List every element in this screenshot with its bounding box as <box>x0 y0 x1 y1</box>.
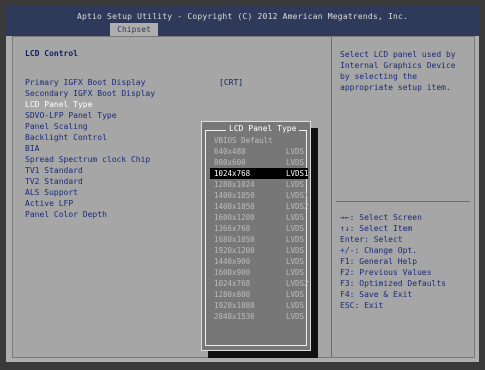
popup-option[interactable]: 1366x768 LVDS <box>210 223 308 234</box>
setting-tv1-standard[interactable]: TV1 Standard <box>25 166 83 175</box>
primary-display-value[interactable]: [CRT] <box>219 78 243 87</box>
popup-option[interactable]: 1440x900 LVDS <box>210 256 308 267</box>
bios-screen: Aptio Setup Utility - Copyright (C) 2012… <box>6 6 479 362</box>
setting-als-support[interactable]: ALS Support <box>25 188 78 197</box>
setting-secondary-igfx-boot-display[interactable]: Secondary IGFX Boot Display <box>25 89 155 98</box>
option-type: LVDS <box>286 224 305 233</box>
popup-option[interactable]: 1400x1050 LVDS2 <box>210 201 309 212</box>
key-help-item: F2: Previous Values <box>340 268 432 277</box>
option-res: 1400x1050 <box>214 202 255 211</box>
option-res: 1024x768 <box>214 279 251 288</box>
option-res: 1680x1050 <box>214 235 255 244</box>
help-divider <box>336 201 470 202</box>
option-res: 1600x1200 <box>214 213 255 222</box>
setting-primary-igfx-boot-display[interactable]: Primary IGFX Boot Display <box>25 78 145 87</box>
popup-title: LCD Panel Type <box>226 124 300 133</box>
option-res: 800x600 <box>214 158 246 167</box>
popup-option[interactable]: 2048x1536 LVDS <box>210 311 308 322</box>
option-type: LVDS <box>286 158 305 167</box>
setting-spread-spectrum[interactable]: Spread Spectrum clock Chip <box>25 155 150 164</box>
option-res: 1440x900 <box>214 257 251 266</box>
popup-option-selected[interactable]: 1024x768 LVDS1 <box>210 168 309 179</box>
setting-panel-scaling[interactable]: Panel Scaling <box>25 122 88 131</box>
option-type: LVDS <box>286 147 305 156</box>
option-res: 1400x1050 <box>214 191 255 200</box>
popup-option[interactable]: 1920x1080 LVDS <box>210 300 308 311</box>
option-type: LVDS <box>286 312 305 321</box>
key-help-item: F3: Optimized Defaults <box>340 279 446 288</box>
setting-bia[interactable]: BIA <box>25 144 39 153</box>
popup-option[interactable]: 1400x1050 LVDS1 <box>210 190 309 201</box>
option-type: LVDS <box>286 290 305 299</box>
key-help-item: →←: Select Screen <box>340 213 422 222</box>
option-type: LVDS1 <box>286 191 309 200</box>
option-res: 2048x1536 <box>214 312 255 321</box>
setting-sdvo-lfp-panel-type[interactable]: SDVO-LFP Panel Type <box>25 111 117 120</box>
popup-option[interactable]: 1680x1050 LVDS <box>210 234 308 245</box>
tab-chipset[interactable]: Chipset <box>110 23 158 36</box>
option-type: LVDS <box>286 235 305 244</box>
key-help-item: F1: General Help <box>340 257 418 266</box>
option-res: 1024x768 <box>214 169 251 178</box>
option-type: LVDS <box>286 246 305 255</box>
setting-backlight-control[interactable]: Backlight Control <box>25 133 107 142</box>
popup-option[interactable]: 1600x1200 LVDS <box>210 212 308 223</box>
option-type: LVDS2 <box>286 202 309 211</box>
option-res: 1920x1080 <box>214 301 255 310</box>
popup-option[interactable]: 800x600 LVDS <box>210 157 308 168</box>
popup-option[interactable]: 1280x1024 LVDS <box>210 179 308 190</box>
option-type: LVDS1 <box>286 169 309 178</box>
main-panel: LCD Control Primary IGFX Boot Display [C… <box>12 36 475 358</box>
key-legend: →←: Select Screen ↑↓: Select Item Enter:… <box>340 212 446 311</box>
app-title: Aptio Setup Utility - Copyright (C) 2012… <box>76 12 409 21</box>
setting-panel-color-depth[interactable]: Panel Color Depth <box>25 210 107 219</box>
setting-lcd-panel-type[interactable]: LCD Panel Type <box>25 100 92 109</box>
option-res: 1280x800 <box>214 290 251 299</box>
key-help-item: +/-: Change Opt. <box>340 246 418 255</box>
option-type: LVDS <box>286 180 305 189</box>
key-help-item: ↑↓: Select Item <box>340 224 413 233</box>
popup-option[interactable]: VBIOS Default <box>210 135 308 146</box>
key-help-item: ESC: Exit <box>340 301 384 310</box>
key-help-item: F4: Save & Exit <box>340 290 413 299</box>
key-help-item: Enter: Select <box>340 235 403 244</box>
option-type: LVDS <box>286 301 305 310</box>
option-type: LVDS <box>286 268 305 277</box>
popup-frame: VBIOS Default 640x480 LVDS 800x600 LVDS 10… <box>205 130 309 346</box>
header-bar: Aptio Setup Utility - Copyright (C) 2012… <box>6 6 479 36</box>
option-res: 1600x900 <box>214 268 251 277</box>
option-type: LVDS <box>286 257 305 266</box>
setting-active-lfp[interactable]: Active LFP <box>25 199 73 208</box>
option-type: LVDS <box>286 213 305 222</box>
option-type: LVDS2 <box>286 279 309 288</box>
popup-option[interactable]: 1920x1200 LVDS <box>210 245 308 256</box>
option-res: VBIOS Default <box>214 136 273 145</box>
popup-option[interactable]: 1280x800 LVDS <box>210 289 308 300</box>
lcd-panel-type-popup: VBIOS Default 640x480 LVDS 800x600 LVDS 10… <box>201 121 311 351</box>
popup-option[interactable]: 640x480 LVDS <box>210 146 308 157</box>
option-res: 1366x768 <box>214 224 251 233</box>
option-res: 1280x1024 <box>214 180 255 189</box>
setting-tv2-standard[interactable]: TV2 Standard <box>25 177 83 186</box>
section-title: LCD Control <box>25 49 78 58</box>
option-res: 640x480 <box>214 147 246 156</box>
settings-panel: LCD Control Primary IGFX Boot Display [C… <box>13 37 331 358</box>
popup-option[interactable]: 1024x768 LVDS2 <box>210 278 309 289</box>
popup-option[interactable]: 1600x900 LVDS <box>210 267 308 278</box>
help-panel: Select LCD panel used by Internal Graphi… <box>332 37 474 357</box>
help-text: Select LCD panel used by Internal Graphi… <box>340 50 456 92</box>
option-res: 1920x1200 <box>214 246 255 255</box>
